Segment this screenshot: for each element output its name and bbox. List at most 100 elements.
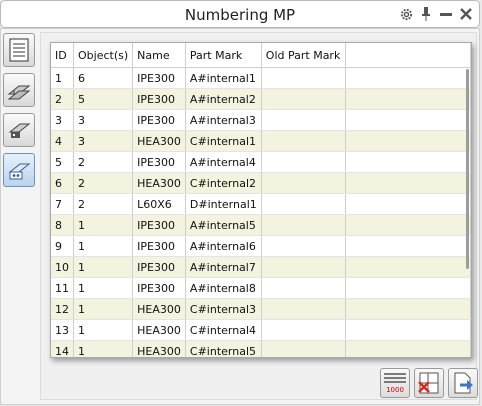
cell-objects[interactable]: 1 <box>73 298 134 320</box>
cell-part-mark[interactable]: C#internal2 <box>185 172 262 194</box>
cell-name[interactable]: IPE300 <box>132 109 186 131</box>
cell-part-mark[interactable]: A#internal2 <box>185 88 262 110</box>
cell-name[interactable]: IPE300 <box>132 88 186 110</box>
cell-old-part-mark[interactable] <box>261 67 346 89</box>
column-header-old-part-mark[interactable]: Old Part Mark <box>261 43 346 68</box>
cell-objects[interactable]: 3 <box>73 109 134 131</box>
cell-id[interactable]: 6 <box>51 172 74 194</box>
table-row[interactable]: 7 2 L60X6 D#internal1 <box>51 193 471 215</box>
cell-objects[interactable]: 1 <box>73 256 134 278</box>
cell-name[interactable]: L60X6 <box>132 193 186 215</box>
cell-objects[interactable]: 3 <box>73 130 134 152</box>
cell-objects[interactable]: 6 <box>73 67 134 89</box>
cell-part-mark[interactable]: A#internal7 <box>185 256 262 278</box>
column-header-id[interactable]: ID <box>51 43 74 68</box>
table-row[interactable]: 9 1 IPE300 A#internal6 <box>51 235 471 257</box>
cell-objects[interactable]: 1 <box>73 235 134 257</box>
export-button[interactable] <box>448 368 478 398</box>
cell-old-part-mark[interactable] <box>261 214 346 236</box>
cell-id[interactable]: 2 <box>51 88 74 110</box>
cell-id[interactable]: 7 <box>51 193 74 215</box>
cell-name[interactable]: HEA300 <box>132 298 186 320</box>
cell-name[interactable]: HEA300 <box>132 319 186 341</box>
cell-old-part-mark[interactable] <box>261 235 346 257</box>
table-row[interactable]: 14 1 HEA300 C#internal5 <box>51 340 471 357</box>
cell-old-part-mark[interactable] <box>261 193 346 215</box>
minimize-icon[interactable] <box>437 5 455 23</box>
close-icon[interactable] <box>457 5 475 23</box>
cell-old-part-mark[interactable] <box>261 298 346 320</box>
renumber-button[interactable]: 1000 <box>380 368 410 398</box>
cell-old-part-mark[interactable] <box>261 319 346 341</box>
column-header-objects[interactable]: Object(s) <box>73 43 134 68</box>
sidebar-item-assembly-mark[interactable] <box>3 153 35 187</box>
cell-part-mark[interactable]: C#internal1 <box>185 130 262 152</box>
cell-old-part-mark[interactable] <box>261 130 346 152</box>
cell-part-mark[interactable]: C#internal5 <box>185 340 262 357</box>
cell-id[interactable]: 13 <box>51 319 74 341</box>
cell-part-mark[interactable]: C#internal4 <box>185 319 262 341</box>
cell-id[interactable]: 5 <box>51 151 74 173</box>
cell-objects[interactable]: 2 <box>73 193 134 215</box>
cell-id[interactable]: 11 <box>51 277 74 299</box>
delete-marks-button[interactable] <box>414 368 444 398</box>
table-row[interactable]: 10 1 IPE300 A#internal7 <box>51 256 471 278</box>
cell-objects[interactable]: 5 <box>73 88 134 110</box>
cell-old-part-mark[interactable] <box>261 109 346 131</box>
cell-id[interactable]: 10 <box>51 256 74 278</box>
table-row[interactable]: 12 1 HEA300 C#internal3 <box>51 298 471 320</box>
cell-part-mark[interactable]: A#internal5 <box>185 214 262 236</box>
cell-old-part-mark[interactable] <box>261 340 346 357</box>
cell-id[interactable]: 8 <box>51 214 74 236</box>
cell-id[interactable]: 9 <box>51 235 74 257</box>
cell-id[interactable]: 14 <box>51 340 74 357</box>
table-row[interactable]: 3 3 IPE300 A#internal3 <box>51 109 471 131</box>
cell-objects[interactable]: 1 <box>73 214 134 236</box>
cell-name[interactable]: IPE300 <box>132 214 186 236</box>
cell-old-part-mark[interactable] <box>261 172 346 194</box>
cell-old-part-mark[interactable] <box>261 256 346 278</box>
cell-part-mark[interactable]: D#internal1 <box>185 193 262 215</box>
table-row[interactable]: 1 6 IPE300 A#internal1 <box>51 67 471 89</box>
cell-part-mark[interactable]: A#internal8 <box>185 277 262 299</box>
cell-part-mark[interactable]: A#internal3 <box>185 109 262 131</box>
cell-objects[interactable]: 1 <box>73 277 134 299</box>
cell-part-mark[interactable]: A#internal4 <box>185 151 262 173</box>
column-header-name[interactable]: Name <box>132 43 186 68</box>
cell-objects[interactable]: 2 <box>73 172 134 194</box>
cell-name[interactable]: IPE300 <box>132 256 186 278</box>
cell-old-part-mark[interactable] <box>261 277 346 299</box>
cell-name[interactable]: HEA300 <box>132 130 186 152</box>
table-row[interactable]: 4 3 HEA300 C#internal1 <box>51 130 471 152</box>
cell-objects[interactable]: 1 <box>73 319 134 341</box>
sidebar-item-beam[interactable] <box>3 73 35 107</box>
column-header-part-mark[interactable]: Part Mark <box>185 43 262 68</box>
cell-id[interactable]: 1 <box>51 67 74 89</box>
cell-id[interactable]: 12 <box>51 298 74 320</box>
cell-part-mark[interactable]: C#internal3 <box>185 298 262 320</box>
cell-name[interactable]: IPE300 <box>132 277 186 299</box>
table-row[interactable]: 6 2 HEA300 C#internal2 <box>51 172 471 194</box>
cell-name[interactable]: IPE300 <box>132 235 186 257</box>
table-row[interactable]: 8 1 IPE300 A#internal5 <box>51 214 471 236</box>
cell-part-mark[interactable]: A#internal6 <box>185 235 262 257</box>
cell-objects[interactable]: 2 <box>73 151 134 173</box>
table-row[interactable]: 11 1 IPE300 A#internal8 <box>51 277 471 299</box>
cell-name[interactable]: HEA300 <box>132 340 186 357</box>
cell-part-mark[interactable]: A#internal1 <box>185 67 262 89</box>
table-row[interactable]: 2 5 IPE300 A#internal2 <box>51 88 471 110</box>
sidebar-item-part-mark[interactable] <box>3 113 35 147</box>
table-row[interactable]: 13 1 HEA300 C#internal4 <box>51 319 471 341</box>
vertical-scrollbar[interactable] <box>466 69 469 269</box>
sidebar-item-list-view[interactable] <box>3 33 35 67</box>
cell-name[interactable]: IPE300 <box>132 151 186 173</box>
cell-old-part-mark[interactable] <box>261 151 346 173</box>
cell-id[interactable]: 4 <box>51 130 74 152</box>
pin-icon[interactable] <box>417 5 435 23</box>
cell-name[interactable]: HEA300 <box>132 172 186 194</box>
cell-objects[interactable]: 1 <box>73 340 134 357</box>
gear-icon[interactable] <box>397 5 415 23</box>
cell-old-part-mark[interactable] <box>261 88 346 110</box>
cell-name[interactable]: IPE300 <box>132 67 186 89</box>
cell-id[interactable]: 3 <box>51 109 74 131</box>
